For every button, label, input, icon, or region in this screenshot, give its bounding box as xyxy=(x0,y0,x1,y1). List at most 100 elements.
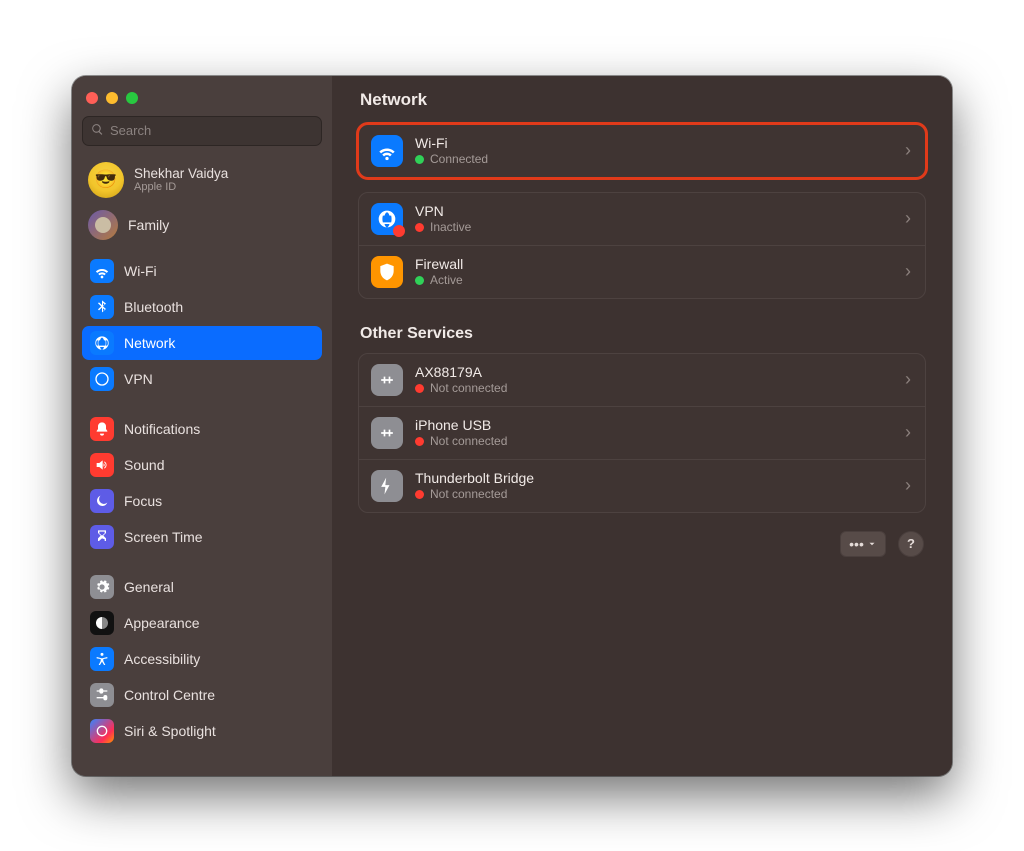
wifi-card: Wi-Fi Connected › xyxy=(358,124,926,178)
more-options-button[interactable]: ••• xyxy=(840,531,886,557)
zoom-window-button[interactable] xyxy=(126,92,138,104)
wifi-icon xyxy=(371,135,403,167)
chevron-right-icon: › xyxy=(903,261,913,282)
search-input[interactable]: Search xyxy=(82,116,322,146)
ethernet-icon xyxy=(371,417,403,449)
sidebar-item-label: Screen Time xyxy=(124,529,203,545)
sliders-icon xyxy=(90,683,114,707)
moon-icon xyxy=(90,489,114,513)
chevron-down-icon xyxy=(867,539,877,549)
siri-icon xyxy=(90,719,114,743)
page-title: Network xyxy=(360,90,926,110)
network-row-wifi[interactable]: Wi-Fi Connected › xyxy=(359,125,925,177)
row-status: Inactive xyxy=(430,220,471,234)
sidebar-item-accessibility[interactable]: Accessibility xyxy=(82,642,322,676)
ethernet-icon xyxy=(371,364,403,396)
row-name: VPN xyxy=(415,203,891,219)
bluetooth-icon xyxy=(90,295,114,319)
sidebar-item-label: Appearance xyxy=(124,615,200,631)
other-services-card: AX88179A Not connected › iPhone USB Not … xyxy=(358,353,926,513)
row-name: Wi-Fi xyxy=(415,135,891,151)
sidebar-item-appearance[interactable]: Appearance xyxy=(82,606,322,640)
thunderbolt-icon xyxy=(371,470,403,502)
sidebar-list: Wi-Fi Bluetooth Network xyxy=(82,254,322,748)
accessibility-icon xyxy=(90,647,114,671)
sidebar-item-apple-id[interactable]: 😎 Shekhar Vaidya Apple ID xyxy=(82,158,322,206)
sidebar-item-label: Notifications xyxy=(124,421,200,437)
sidebar-item-label: Bluetooth xyxy=(124,299,183,315)
status-dot xyxy=(415,155,424,164)
sidebar-item-focus[interactable]: Focus xyxy=(82,484,322,518)
speaker-icon xyxy=(90,453,114,477)
sidebar-item-label: VPN xyxy=(124,371,153,387)
sidebar-item-notifications[interactable]: Notifications xyxy=(82,412,322,446)
avatar: 😎 xyxy=(88,162,124,198)
sidebar-item-label: Siri & Spotlight xyxy=(124,723,216,739)
sidebar-item-screen-time[interactable]: Screen Time xyxy=(82,520,322,554)
shield-icon xyxy=(371,256,403,288)
chevron-right-icon: › xyxy=(903,208,913,229)
sidebar: Search 😎 Shekhar Vaidya Apple ID Family xyxy=(72,76,332,776)
network-row-firewall[interactable]: Firewall Active › xyxy=(359,245,925,298)
sidebar-item-label: General xyxy=(124,579,174,595)
chevron-right-icon: › xyxy=(903,475,913,496)
sidebar-item-wifi[interactable]: Wi-Fi xyxy=(82,254,322,288)
status-dot xyxy=(415,490,424,499)
row-name: Thunderbolt Bridge xyxy=(415,470,891,486)
globe-icon xyxy=(90,331,114,355)
sidebar-item-label: Wi-Fi xyxy=(124,263,157,279)
search-icon xyxy=(91,123,104,139)
globe-icon xyxy=(371,203,403,235)
network-row-vpn[interactable]: VPN Inactive › xyxy=(359,193,925,245)
sidebar-item-vpn[interactable]: VPN xyxy=(82,362,322,396)
sidebar-item-family[interactable]: Family xyxy=(82,206,322,254)
wifi-icon xyxy=(90,259,114,283)
chevron-right-icon: › xyxy=(903,140,913,161)
sidebar-item-general[interactable]: General xyxy=(82,570,322,604)
sidebar-item-control-centre[interactable]: Control Centre xyxy=(82,678,322,712)
chevron-right-icon: › xyxy=(903,422,913,443)
appearance-icon xyxy=(90,611,114,635)
network-row-iphone-usb[interactable]: iPhone USB Not connected › xyxy=(359,406,925,459)
vpn-firewall-card: VPN Inactive › Firewall Active › xyxy=(358,192,926,299)
sidebar-item-siri-spotlight[interactable]: Siri & Spotlight xyxy=(82,714,322,748)
row-status: Connected xyxy=(430,152,488,166)
network-row-ax88179a[interactable]: AX88179A Not connected › xyxy=(359,354,925,406)
row-status: Active xyxy=(430,273,463,287)
gear-icon xyxy=(90,575,114,599)
window-controls xyxy=(82,86,322,116)
status-dot xyxy=(415,384,424,393)
row-status: Not connected xyxy=(430,487,507,501)
sidebar-item-label: Accessibility xyxy=(124,651,200,667)
sidebar-item-label: Focus xyxy=(124,493,162,509)
more-options-label: ••• xyxy=(849,536,864,552)
search-placeholder: Search xyxy=(110,123,151,138)
sidebar-item-label: Control Centre xyxy=(124,687,215,703)
vpn-icon xyxy=(90,367,114,391)
bell-icon xyxy=(90,417,114,441)
sidebar-item-sound[interactable]: Sound xyxy=(82,448,322,482)
sidebar-item-label: Sound xyxy=(124,457,164,473)
account-name: Shekhar Vaidya xyxy=(134,166,228,181)
section-title-other-services: Other Services xyxy=(360,325,926,343)
chevron-right-icon: › xyxy=(903,369,913,390)
help-label: ? xyxy=(907,536,915,551)
close-window-button[interactable] xyxy=(86,92,98,104)
system-settings-window: Search 😎 Shekhar Vaidya Apple ID Family xyxy=(72,76,952,776)
help-button[interactable]: ? xyxy=(898,531,924,557)
network-row-thunderbolt-bridge[interactable]: Thunderbolt Bridge Not connected › xyxy=(359,459,925,512)
family-label: Family xyxy=(128,217,169,233)
sidebar-item-bluetooth[interactable]: Bluetooth xyxy=(82,290,322,324)
status-dot xyxy=(415,276,424,285)
row-name: AX88179A xyxy=(415,364,891,380)
status-dot xyxy=(415,223,424,232)
minimize-window-button[interactable] xyxy=(106,92,118,104)
row-name: iPhone USB xyxy=(415,417,891,433)
sidebar-item-network[interactable]: Network xyxy=(82,326,322,360)
main-pane: Network Wi-Fi Connected › xyxy=(332,76,952,776)
family-avatar-icon xyxy=(88,210,118,240)
sidebar-item-label: Network xyxy=(124,335,175,351)
row-status: Not connected xyxy=(430,434,507,448)
status-dot xyxy=(415,437,424,446)
hourglass-icon xyxy=(90,525,114,549)
